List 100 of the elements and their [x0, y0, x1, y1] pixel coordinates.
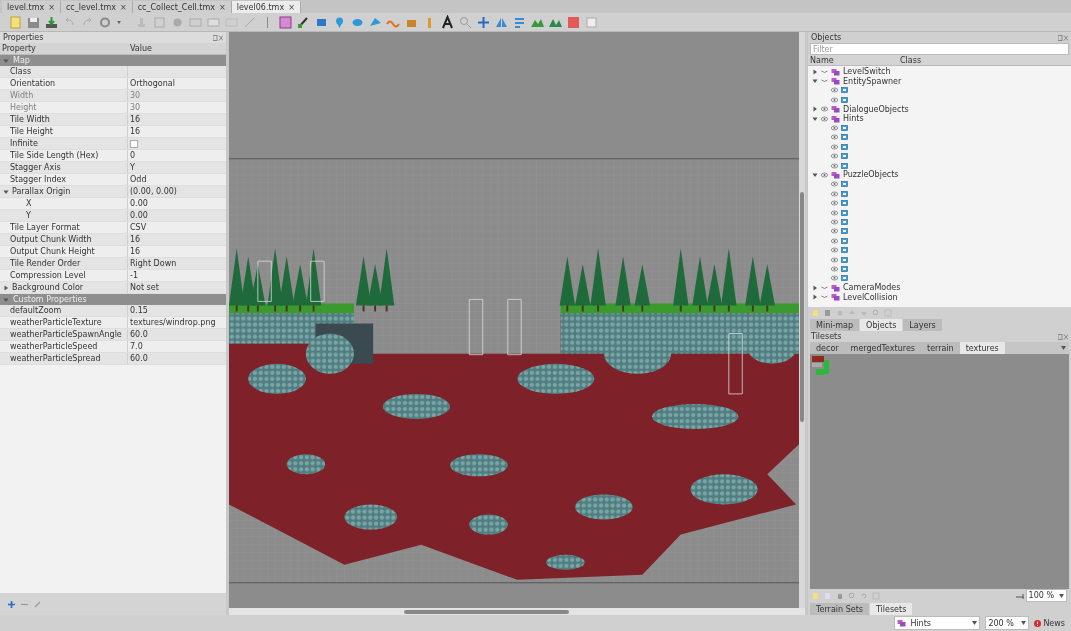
property-value[interactable]: (0.00, 0.00): [130, 187, 177, 196]
eye-icon[interactable]: [821, 115, 828, 122]
rectangle-object-icon[interactable]: [841, 181, 848, 188]
rectangle-object-icon[interactable]: [841, 87, 848, 94]
rectangle-object-icon[interactable]: [841, 190, 848, 197]
pencil-icon[interactable]: [34, 600, 41, 608]
eye-icon[interactable]: [831, 190, 838, 197]
property-value[interactable]: 60.0: [130, 330, 148, 339]
column-header[interactable]: Value: [128, 44, 226, 53]
letter-icon[interactable]: [440, 14, 455, 30]
eye-icon[interactable]: [831, 256, 838, 263]
eye-icon[interactable]: [831, 228, 838, 235]
layer-name[interactable]: DialogueObjects: [843, 104, 909, 114]
eye-icon[interactable]: [821, 172, 828, 178]
checkbox[interactable]: [130, 139, 138, 148]
panel-tab[interactable]: terrain: [921, 342, 960, 354]
eye-icon[interactable]: [831, 153, 838, 160]
layer-name[interactable]: EntitySpawner: [843, 76, 902, 86]
map-canvas[interactable]: [229, 32, 805, 608]
column-header[interactable]: Property: [0, 44, 128, 53]
dropdown-arrow-icon[interactable]: [1061, 346, 1066, 350]
property-value[interactable]: 0.15: [130, 306, 148, 315]
closed-eye-icon[interactable]: [821, 68, 828, 75]
eye-icon[interactable]: [831, 181, 838, 188]
eye-icon[interactable]: [831, 87, 838, 94]
layer-name[interactable]: LevelCollision: [843, 292, 898, 302]
eye-icon[interactable]: [831, 96, 838, 103]
property-value[interactable]: 16: [130, 115, 141, 124]
expand-arrow-icon[interactable]: [812, 284, 818, 291]
eye-icon[interactable]: [831, 237, 838, 244]
horizontal-scrollbar[interactable]: [229, 608, 805, 615]
eye-icon[interactable]: [831, 162, 838, 169]
rectangle-object-icon[interactable]: [841, 153, 848, 160]
eye-icon[interactable]: [831, 134, 838, 141]
float-close-icons[interactable]: [1058, 333, 1068, 340]
panel-tab[interactable]: mergedTextures: [844, 342, 921, 354]
rectangle-object-icon[interactable]: [841, 228, 848, 235]
rectangle-object-icon[interactable]: [841, 265, 848, 272]
property-value[interactable]: 60.0: [130, 354, 148, 363]
expand-arrow-icon[interactable]: [812, 115, 818, 122]
rectangle-object-icon[interactable]: [841, 247, 848, 254]
document-tab[interactable]: level.tmx ×: [2, 1, 61, 13]
expand-arrow-icon[interactable]: [3, 284, 9, 291]
add-icon[interactable]: [8, 600, 15, 608]
vertical-scrollbar[interactable]: [799, 32, 805, 608]
float-close-icons[interactable]: [1058, 34, 1068, 41]
eye-icon[interactable]: [831, 275, 838, 282]
zoom-slider-icon[interactable]: [1015, 592, 1024, 599]
document-tab[interactable]: level06.tmx ×: [231, 1, 301, 13]
rectangle-object-icon[interactable]: [841, 218, 848, 225]
property-value[interactable]: Right Down: [130, 259, 177, 268]
eye-icon[interactable]: [831, 265, 838, 272]
property-value[interactable]: 16: [130, 235, 141, 244]
panel-tab[interactable]: Terrain Sets: [810, 603, 869, 615]
eye-icon[interactable]: [831, 218, 838, 225]
expand-arrow-icon[interactable]: [812, 172, 818, 178]
property-value[interactable]: CSV: [130, 223, 147, 232]
property-value[interactable]: Not set: [130, 283, 159, 292]
property-value[interactable]: -1: [130, 271, 138, 280]
expand-arrow-icon[interactable]: [812, 294, 818, 301]
property-value[interactable]: 0.00: [130, 199, 148, 208]
panel-tab[interactable]: Tilesets: [869, 603, 913, 615]
property-value[interactable]: 16: [130, 127, 141, 136]
property-value[interactable]: 16: [130, 247, 141, 256]
new-tileset-icon[interactable]: [812, 591, 820, 600]
move-icon[interactable]: [476, 14, 491, 30]
layer-combo[interactable]: Hints: [894, 616, 981, 630]
property-value[interactable]: Y: [130, 163, 135, 172]
filter-field[interactable]: Filter: [810, 43, 1069, 55]
eye-icon[interactable]: [821, 106, 828, 113]
layer-name[interactable]: LevelSwitch: [843, 67, 891, 77]
zoom-combo[interactable]: 200 %: [985, 616, 1030, 630]
rectangle-object-icon[interactable]: [841, 200, 848, 207]
expand-arrow-icon[interactable]: [812, 68, 818, 75]
rectangle-object-icon[interactable]: [841, 209, 848, 216]
expand-arrow-icon[interactable]: [3, 188, 9, 195]
rectangle-object-icon[interactable]: [841, 162, 848, 169]
panel-tab[interactable]: Objects: [860, 319, 903, 331]
panel-tab[interactable]: Mini-map: [810, 319, 860, 331]
closed-eye-icon[interactable]: [821, 284, 828, 291]
property-value[interactable]: Odd: [130, 175, 147, 184]
news-button[interactable]: News: [1034, 618, 1065, 628]
rectangle-object-icon[interactable]: [841, 125, 848, 132]
panel-tab[interactable]: textures: [959, 342, 1005, 354]
close-tab-button[interactable]: ×: [288, 2, 295, 12]
close-tab-button[interactable]: ×: [219, 2, 226, 12]
property-value[interactable]: 0: [130, 151, 136, 160]
expand-arrow-icon[interactable]: [812, 106, 818, 113]
layer-name[interactable]: Hints: [843, 114, 864, 124]
property-value[interactable]: textures/windrop.png: [130, 318, 216, 327]
property-value[interactable]: 0.00: [130, 211, 148, 220]
float-close-icons[interactable]: [213, 34, 223, 41]
export-icon[interactable]: [44, 14, 59, 30]
panel-tab[interactable]: decor: [810, 342, 845, 354]
rectangle-object-icon[interactable]: [841, 237, 848, 244]
column-header[interactable]: Name: [810, 55, 900, 65]
eye-icon[interactable]: [831, 143, 838, 150]
rectangle-object-icon[interactable]: [841, 96, 848, 103]
eye-icon[interactable]: [831, 200, 838, 207]
close-tab-button[interactable]: ×: [119, 2, 127, 12]
